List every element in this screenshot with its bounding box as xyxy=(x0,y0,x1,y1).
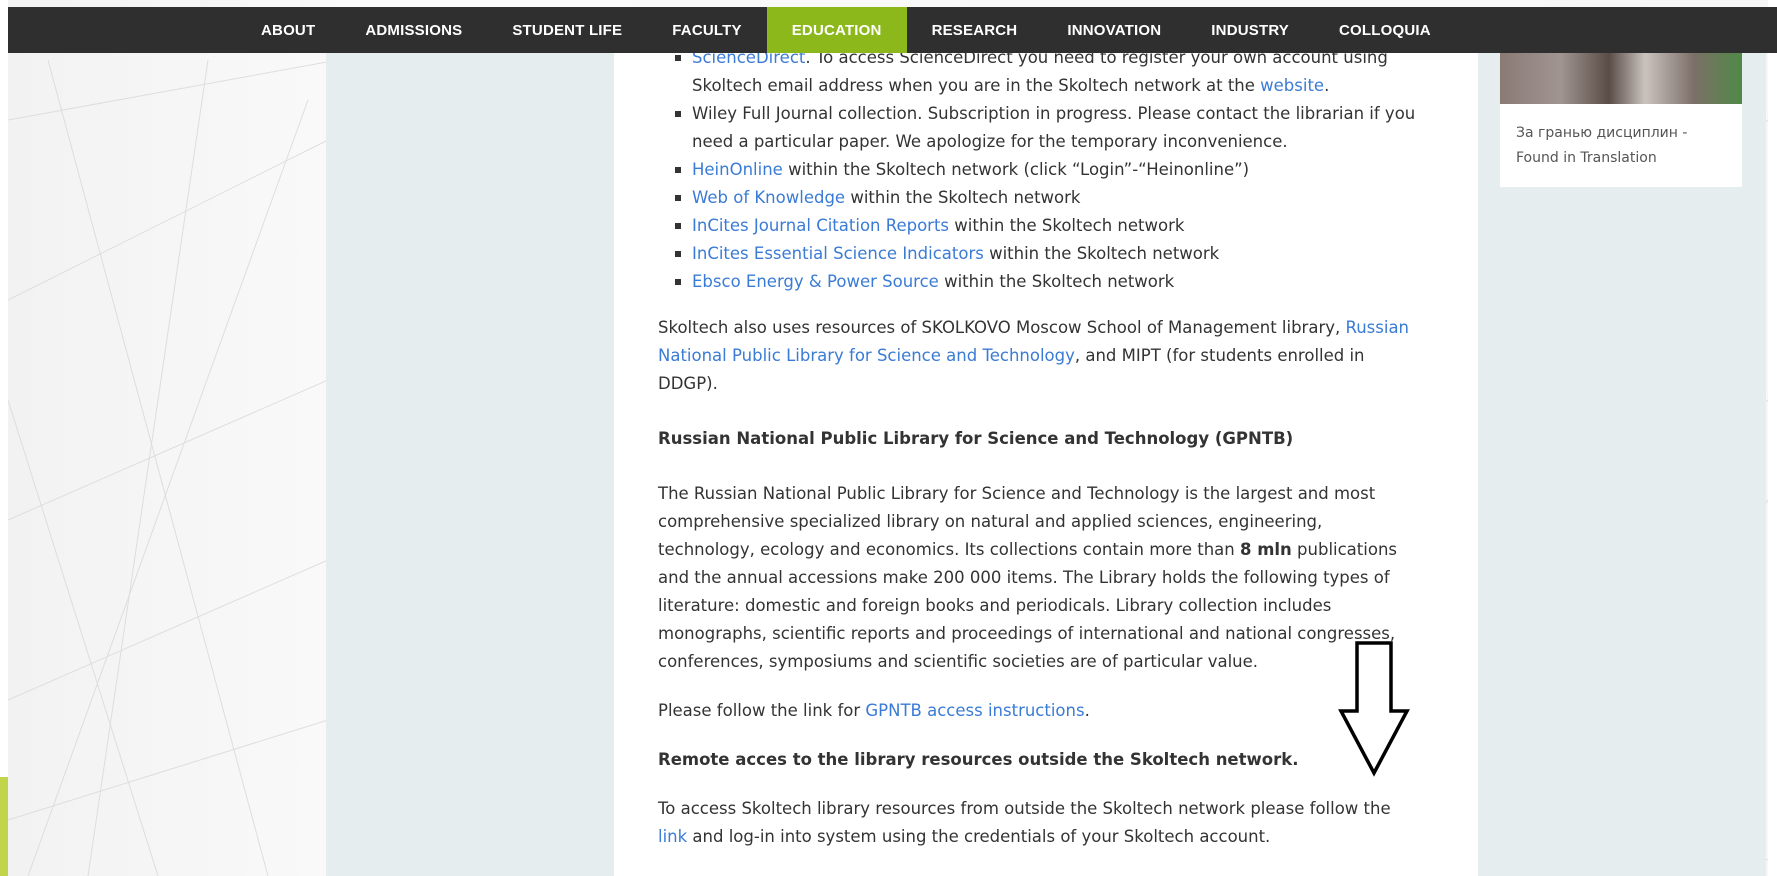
nav-education[interactable]: EDUCATION xyxy=(766,7,907,53)
list-item: InCites Journal Citation Reports within … xyxy=(658,212,1420,240)
right-sidebar: За гранью дисциплин - Found in Translati… xyxy=(1478,53,1766,876)
nav-colloquia[interactable]: COLLOQUIA xyxy=(1314,7,1456,53)
down-arrow-icon xyxy=(1338,641,1410,777)
gpntb-access-link[interactable]: GPNTB access instructions xyxy=(865,701,1084,720)
bullet-icon xyxy=(675,195,681,201)
nav-faculty[interactable]: FACULTY xyxy=(647,7,766,53)
list-item: InCites Essential Science Indicators wit… xyxy=(658,240,1420,268)
nav-industry[interactable]: INDUSTRY xyxy=(1186,7,1314,53)
nav-about[interactable]: ABOUT xyxy=(236,7,340,53)
top-navigation-bar: ABOUT ADMISSIONS STUDENT LIFE FACULTY ED… xyxy=(8,7,1777,53)
website-link[interactable]: website xyxy=(1260,76,1324,95)
sidebar-caption[interactable]: За гранью дисциплин - Found in Translati… xyxy=(1516,121,1734,171)
resource-list: ScienceDirect. To access ScienceDirect y… xyxy=(658,44,1420,296)
resource-text: within the Skoltech network xyxy=(938,272,1175,291)
bullet-icon xyxy=(675,111,681,117)
nav-research[interactable]: RESEARCH xyxy=(907,7,1043,53)
gpntb-follow-paragraph: Please follow the link for GPNTB access … xyxy=(658,701,1090,720)
side-accent-tab xyxy=(0,777,8,876)
list-item: Wiley Full Journal collection. Subscript… xyxy=(658,100,1420,156)
resource-text: within the Skoltech network (click “Logi… xyxy=(782,160,1250,179)
bullet-icon xyxy=(675,223,681,229)
sidebar-photo[interactable] xyxy=(1500,53,1742,104)
list-item: HeinOnline within the Skoltech network (… xyxy=(658,156,1420,184)
nav-student-life[interactable]: STUDENT LIFE xyxy=(487,7,647,53)
bullet-icon xyxy=(675,251,681,257)
list-item: Ebsco Energy & Power Source within the S… xyxy=(658,268,1420,296)
remote-access-paragraph: To access Skoltech library resources fro… xyxy=(658,799,1391,846)
nav-admissions[interactable]: ADMISSIONS xyxy=(340,7,487,53)
resource-text: . xyxy=(1324,76,1330,95)
left-column xyxy=(326,53,614,876)
resource-text: within the Skoltech network xyxy=(983,244,1220,263)
resource-link[interactable]: Web of Knowledge xyxy=(692,188,845,207)
bullet-icon xyxy=(675,167,681,173)
resource-link[interactable]: HeinOnline xyxy=(692,160,783,179)
gpntb-description: The Russian National Public Library for … xyxy=(658,484,1398,671)
list-item: Web of Knowledge within the Skoltech net… xyxy=(658,184,1420,212)
resource-link[interactable]: Ebsco Energy & Power Source xyxy=(692,272,939,291)
gpntb-heading: Russian National Public Library for Scie… xyxy=(658,429,1294,448)
bullet-icon xyxy=(675,279,681,285)
remote-access-heading: Remote acces to the library resources ou… xyxy=(658,750,1299,769)
resource-link[interactable]: InCites Journal Citation Reports xyxy=(692,216,949,235)
resource-text: Wiley Full Journal collection. Subscript… xyxy=(692,104,1416,151)
remote-access-link[interactable]: link xyxy=(658,827,687,846)
resource-link[interactable]: InCites Essential Science Indicators xyxy=(692,244,984,263)
resource-text: within the Skoltech network xyxy=(949,216,1185,235)
bullet-icon xyxy=(675,55,681,61)
resource-text: within the Skoltech network xyxy=(845,188,1081,207)
main-nav: ABOUT ADMISSIONS STUDENT LIFE FACULTY ED… xyxy=(236,7,1456,53)
nav-innovation[interactable]: INNOVATION xyxy=(1042,7,1186,53)
skolkovo-paragraph: Skoltech also uses resources of SKOLKOVO… xyxy=(658,318,1410,393)
